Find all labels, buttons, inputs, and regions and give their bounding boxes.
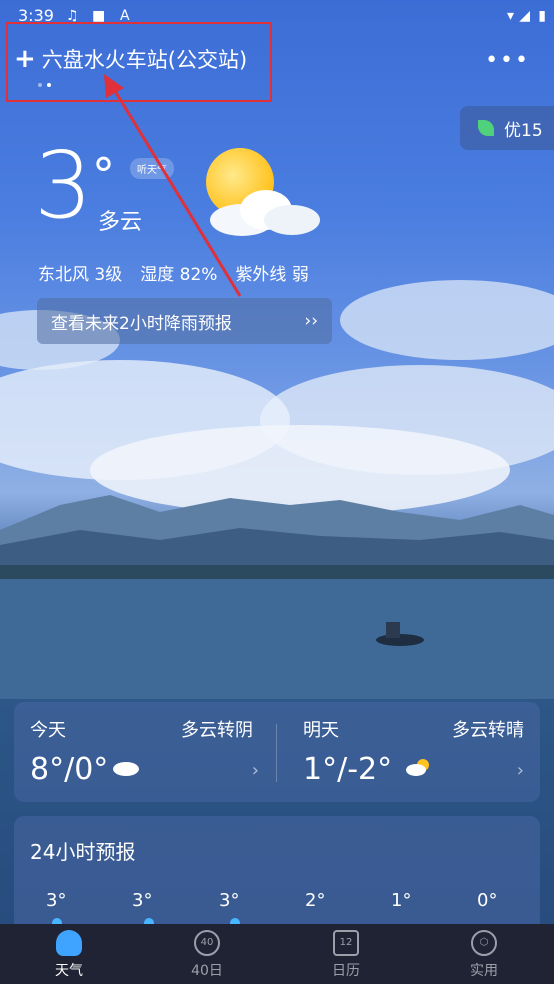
bottom-tab-bar: 天气 40 40日 12 日历 ⬡ 实用	[0, 924, 554, 984]
today-label: 今天	[30, 720, 66, 741]
tomorrow-label: 明天	[303, 720, 339, 741]
hour-temp: 3°	[219, 890, 240, 911]
hour-temp: 0°	[477, 890, 498, 911]
tab-40-day-label: 40日	[191, 963, 223, 979]
hour-temp: 3°	[46, 890, 67, 911]
daily-forecast-card[interactable]: 今天 多云转阴 8°/0° › 明天 多云转晴 1°/-2° ›	[14, 702, 540, 802]
cloud-icon	[56, 930, 82, 956]
chevron-right-icon: ›	[516, 760, 524, 781]
tab-tools[interactable]: ⬡ 实用	[444, 930, 524, 980]
tab-weather[interactable]: 天气	[29, 930, 109, 980]
tools-icon: ⬡	[471, 930, 497, 956]
hour-temp: 3°	[132, 890, 153, 911]
today-condition: 多云转阴	[181, 720, 253, 741]
tab-tools-label: 实用	[470, 963, 498, 979]
today-temp: 8°/0°	[30, 752, 109, 787]
forty-day-icon: 40	[194, 930, 220, 956]
tab-weather-label: 天气	[55, 963, 83, 979]
tomorrow-forecast[interactable]: 明天 多云转晴 1°/-2° ›	[277, 702, 540, 802]
calendar-icon: 12	[333, 930, 359, 956]
sun-cloud-icon	[406, 759, 429, 776]
cloud-icon	[113, 762, 139, 776]
tab-40-day[interactable]: 40 40日	[167, 930, 247, 980]
today-forecast[interactable]: 今天 多云转阴 8°/0° ›	[14, 702, 277, 802]
hourly-title: 24小时预报	[30, 840, 136, 864]
tomorrow-temp: 1°/-2°	[303, 752, 393, 787]
hour-temp: 2°	[305, 890, 326, 911]
tab-calendar[interactable]: 12 日历	[306, 930, 386, 980]
chevron-right-icon: ›	[251, 760, 259, 781]
hour-temp: 1°	[391, 890, 412, 911]
tab-calendar-label: 日历	[332, 963, 360, 979]
tomorrow-condition: 多云转晴	[452, 720, 524, 741]
